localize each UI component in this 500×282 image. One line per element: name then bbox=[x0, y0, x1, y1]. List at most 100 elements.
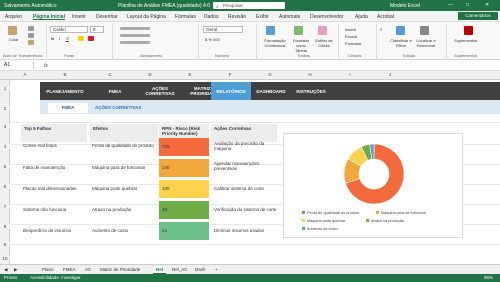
menu-pagina-inicial[interactable]: Página Inicial bbox=[33, 14, 65, 20]
menu-formulas[interactable]: Fórmulas bbox=[175, 14, 196, 20]
failure-cell[interactable]: Falta de manutenção bbox=[23, 165, 85, 170]
table-format-icon[interactable] bbox=[294, 26, 303, 35]
underline-button[interactable]: S bbox=[66, 36, 69, 41]
row-header[interactable]: 7 bbox=[0, 204, 10, 209]
sort-filter-icon[interactable] bbox=[396, 26, 405, 35]
menu-desenhar[interactable]: Desenhar bbox=[96, 14, 118, 20]
nav-relatorios[interactable]: RELATÓRIOS bbox=[211, 82, 251, 100]
failure-cell[interactable]: Cortes mal feitos bbox=[23, 143, 85, 148]
action-cell[interactable]: Agendar manutenções preventivas bbox=[214, 161, 274, 171]
row-header[interactable]: 6 bbox=[0, 184, 10, 189]
row-header[interactable]: 3 bbox=[0, 124, 10, 129]
number-format-select[interactable]: Geral bbox=[203, 26, 243, 33]
search-input[interactable]: ⌕ Pesquisar bbox=[213, 2, 285, 9]
sheet-tab[interactable]: FMEA bbox=[63, 266, 76, 274]
row-header[interactable]: 10 bbox=[0, 256, 10, 261]
menu-arquivo[interactable]: Arquivo bbox=[5, 14, 22, 20]
minimize-button[interactable]: — bbox=[448, 2, 453, 9]
next-sheet-button[interactable]: ▶ bbox=[14, 266, 17, 274]
name-box[interactable]: A1 bbox=[2, 62, 34, 69]
menu-ajuda[interactable]: Ajuda bbox=[355, 14, 368, 20]
sheet-tab[interactable]: Matriz de Prioridade bbox=[100, 266, 140, 274]
subtab-fmea[interactable]: FMEA bbox=[48, 103, 88, 113]
zoom-level[interactable]: 85% bbox=[484, 275, 493, 280]
font-size-select[interactable]: 9 bbox=[90, 26, 104, 33]
row-header[interactable]: 9 bbox=[0, 242, 10, 247]
action-cell[interactable]: Avaliação da precisão da máquina bbox=[214, 141, 276, 151]
column-header[interactable]: I bbox=[330, 72, 370, 77]
prev-sheet-button[interactable]: ◀ bbox=[4, 266, 7, 274]
rpn-cell[interactable]: 48 bbox=[159, 201, 209, 219]
row-header[interactable]: 8 bbox=[0, 224, 10, 229]
nav-acoes-corretivas[interactable]: AÇÕES CORRETIVAS bbox=[140, 82, 180, 100]
row-header[interactable]: 5 bbox=[0, 164, 10, 169]
effect-cell[interactable]: Perda de qualidade do produto bbox=[92, 143, 156, 148]
column-header[interactable]: G bbox=[250, 72, 290, 77]
action-cell[interactable]: Verificação do sistema de corte bbox=[214, 207, 278, 212]
account-name[interactable]: Modelo Excel bbox=[390, 3, 420, 9]
sheet-tab[interactable]: Plano bbox=[42, 266, 54, 274]
menu-desenvolvedor[interactable]: Desenvolvedor bbox=[310, 14, 343, 20]
font-color-icon[interactable] bbox=[88, 36, 94, 41]
fx-icon[interactable]: fx bbox=[44, 63, 48, 69]
failure-cell[interactable]: Sistema não funciona bbox=[23, 207, 85, 212]
rpn-cell[interactable]: 140 bbox=[159, 159, 209, 177]
format-painter-icon[interactable] bbox=[28, 40, 34, 45]
autosave-label[interactable]: Salvamento Automático bbox=[4, 3, 57, 9]
row-header[interactable]: 4 bbox=[0, 144, 10, 149]
column-header[interactable]: F bbox=[210, 72, 250, 77]
comments-button[interactable]: Comentários bbox=[458, 12, 498, 20]
find-select-icon[interactable] bbox=[420, 26, 429, 35]
cut-icon[interactable] bbox=[28, 26, 34, 31]
rpn-donut-chart[interactable]: Perda de qualidade do produto Máquina par… bbox=[283, 133, 463, 238]
currency-button[interactable]: $ % 000 bbox=[205, 37, 220, 42]
column-header[interactable]: J bbox=[370, 72, 410, 77]
maximize-button[interactable]: □ bbox=[466, 2, 469, 9]
wrap-text-icon[interactable] bbox=[120, 41, 150, 44]
menu-inserir[interactable]: Inserir bbox=[72, 14, 86, 20]
row-header[interactable]: 1 bbox=[0, 86, 10, 91]
action-cell[interactable]: Diminuir insumos usados bbox=[214, 228, 276, 233]
nav-planejamento[interactable]: PLANEJAMENTO bbox=[40, 82, 90, 100]
menu-acrobat[interactable]: Acrobat bbox=[377, 14, 394, 20]
action-cell[interactable]: Calibrar sistema de corte bbox=[214, 186, 276, 191]
close-button[interactable]: ✕ bbox=[485, 2, 489, 9]
column-header[interactable]: D bbox=[130, 72, 170, 77]
menu-automate[interactable]: Automate bbox=[279, 14, 300, 20]
effect-cell[interactable]: Máquina para de funcionar bbox=[92, 165, 156, 170]
conditional-format-icon[interactable] bbox=[266, 26, 275, 35]
nav-dashboard[interactable]: DASHBOARD bbox=[251, 82, 291, 100]
font-name-select[interactable]: Calibri bbox=[50, 26, 88, 33]
failure-cell[interactable]: Placas mal dimensionadas bbox=[23, 186, 85, 191]
cell-styles-icon[interactable] bbox=[318, 26, 327, 35]
menu-dados[interactable]: Dados bbox=[204, 14, 218, 20]
accessibility-status[interactable]: Acessibilidade: investigar bbox=[30, 275, 81, 280]
fill-color-icon[interactable] bbox=[78, 36, 84, 41]
sheet-tab[interactable]: Dash bbox=[195, 266, 206, 274]
effect-cell[interactable]: Atraso na produção bbox=[92, 207, 156, 212]
add-sheet-button[interactable]: + bbox=[215, 266, 218, 274]
sheet-tab[interactable]: Rel_AC bbox=[172, 266, 188, 274]
menu-revisao[interactable]: Revisão bbox=[228, 14, 246, 20]
column-header[interactable]: A bbox=[10, 72, 40, 77]
nav-fmea[interactable]: FMEA bbox=[90, 82, 140, 100]
row-header[interactable]: 2 bbox=[0, 106, 10, 111]
delete-cells-button[interactable]: Excluir bbox=[345, 34, 357, 39]
effect-cell[interactable]: Aumento de custo bbox=[92, 228, 156, 233]
align-top-icon[interactable] bbox=[120, 27, 150, 30]
column-header[interactable]: E bbox=[170, 72, 210, 77]
align-center-icon[interactable] bbox=[120, 34, 150, 37]
column-header[interactable]: B bbox=[40, 72, 90, 77]
copy-icon[interactable] bbox=[28, 33, 34, 38]
rpn-cell[interactable]: 729 bbox=[159, 138, 209, 156]
bold-button[interactable]: N bbox=[51, 36, 54, 41]
nav-instrucoes[interactable]: INSTRUÇÕES bbox=[291, 82, 331, 100]
column-header[interactable]: H bbox=[290, 72, 330, 77]
format-cells-button[interactable]: Formatar bbox=[345, 41, 361, 46]
sheet-tab-active[interactable]: Rel bbox=[153, 266, 167, 274]
column-header[interactable]: C bbox=[90, 72, 130, 77]
italic-button[interactable]: I bbox=[59, 36, 60, 41]
subtab-acoes-corretivas[interactable]: AÇÕES CORRETIVAS bbox=[95, 103, 141, 113]
menu-exibir[interactable]: Exibir bbox=[256, 14, 269, 20]
addins-icon[interactable] bbox=[464, 26, 473, 35]
